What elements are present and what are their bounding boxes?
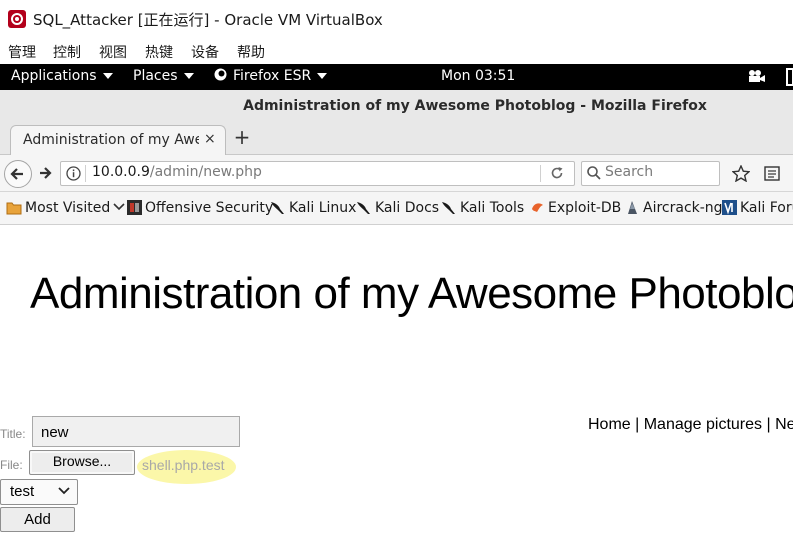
folder-icon [6,202,22,215]
virtualbox-menubar: 管理 控制 视图 热键 设备 帮助 [0,38,793,64]
bookmark-most-visited[interactable]: Most Visited [6,200,128,216]
url-separator [85,165,86,182]
kali-forums-icon [722,200,737,215]
gnome-top-bar: Applications Places Firefox ESR Mon 03:5… [0,64,793,90]
chevron-down-icon [113,203,125,211]
bookmark-label: Kali Docs [375,200,440,216]
virtualbox-app-icon [8,10,26,28]
kali-dragon-icon [442,202,455,214]
firefox-app-menu[interactable]: Firefox ESR [214,68,328,84]
file-label: File: [0,458,23,472]
firefox-app-icon [214,68,227,81]
bookmark-aircrack-ng[interactable]: Aircrack-ng [625,200,723,216]
chevron-down-icon [58,487,70,495]
reload-icon[interactable] [549,165,565,185]
page-content: Administration of my Awesome Photoblog H… [0,225,793,537]
places-menu[interactable]: Places [133,68,194,84]
back-button[interactable] [4,160,32,188]
add-button[interactable]: Add [0,507,75,532]
video-camera-icon[interactable] [748,69,766,87]
url-bar[interactable]: 10.0.0.9/admin/new.php [60,161,575,186]
clock[interactable]: Mon 03:51 [441,68,515,84]
bookmarks-toolbar: Most Visited Offensive Security Kali Lin… [0,192,793,225]
bookmark-kali-docs[interactable]: Kali Docs [356,200,439,216]
virtualbox-window-title: SQL_Attacker [正在运行] - Oracle VM VirtualB… [33,11,383,29]
bookmark-offensive-security[interactable]: Offensive Security [127,200,273,216]
menu-hotkeys[interactable]: 热键 [145,42,173,62]
bookmark-kali-linux[interactable]: Kali Linux [270,200,356,216]
url-text[interactable]: 10.0.0.9/admin/new.php [92,164,262,180]
applications-menu[interactable]: Applications [11,68,113,84]
kali-dragon-icon [357,202,370,214]
virtualbox-titlebar: SQL_Attacker [正在运行] - Oracle VM VirtualB… [0,0,793,38]
offensive-security-icon [127,200,142,215]
bookmark-label: Kali Forums [740,200,793,216]
category-select[interactable]: test [0,479,78,505]
bookmark-kali-forums[interactable]: Kali Forums [722,200,793,216]
tab-label: Administration of my Awe... [23,132,199,148]
menu-devices[interactable]: 设备 [191,42,219,62]
bookmark-label: Aircrack-ng [643,200,723,216]
bookmark-label: Exploit-DB [548,200,622,216]
applications-label: Applications [11,68,97,84]
firefox-titlebar: Administration of my Awesome Photoblog -… [0,90,793,122]
aircrack-icon [628,201,637,214]
browse-button[interactable]: Browse... [29,450,135,475]
menu-control[interactable]: 控制 [53,42,81,62]
site-nav-links[interactable]: Home | Manage pictures | New picture [588,416,793,434]
menu-machine[interactable]: 管理 [8,42,36,62]
site-info-icon[interactable] [66,166,81,185]
title-input[interactable]: new [32,416,240,447]
page-title: Administration of my Awesome Photoblog [30,269,793,318]
menu-help[interactable]: 帮助 [237,42,265,62]
url-separator-right [540,165,541,182]
applications-caret-icon [102,73,113,79]
menu-view[interactable]: 视图 [99,42,127,62]
bookmark-kali-tools[interactable]: Kali Tools [441,200,524,216]
reading-list-icon[interactable] [764,166,780,185]
tab-strip: Administration of my Awe... × + [0,122,793,155]
search-placeholder: Search [605,164,654,180]
search-icon [586,165,602,185]
title-label: Title: [0,427,26,441]
tab-close-icon[interactable]: × [204,131,216,147]
firefox-caret-icon [317,73,328,79]
bookmark-label: Kali Tools [460,200,525,216]
back-arrow-icon [10,168,23,180]
bookmark-exploit-db[interactable]: Exploit-DB [530,200,621,216]
navigation-toolbar: 10.0.0.9/admin/new.php Search [0,155,793,192]
url-path: /admin/new.php [149,164,262,180]
places-label: Places [133,68,178,84]
power-menu-icon[interactable] [786,68,793,86]
url-host: 10.0.0.9 [92,164,150,180]
bookmark-label: Most Visited [25,200,111,216]
tab-admin[interactable]: Administration of my Awe... × [10,125,226,155]
new-tab-button[interactable]: + [231,125,253,149]
bookmark-label: Offensive Security [145,200,274,216]
bookmark-label: Kali Linux [289,200,357,216]
firefox-app-label: Firefox ESR [233,68,312,84]
exploit-db-icon [532,203,543,212]
kali-dragon-icon [271,202,284,214]
places-caret-icon [183,73,194,79]
bookmark-star-icon[interactable] [731,164,751,186]
firefox-window-title: Administration of my Awesome Photoblog -… [243,98,707,114]
selected-file-name: shell.php.test [142,457,225,473]
category-selected-value: test [10,483,35,500]
forward-arrow-icon [40,167,52,179]
forward-button[interactable] [34,162,60,184]
search-box[interactable]: Search [581,161,720,186]
